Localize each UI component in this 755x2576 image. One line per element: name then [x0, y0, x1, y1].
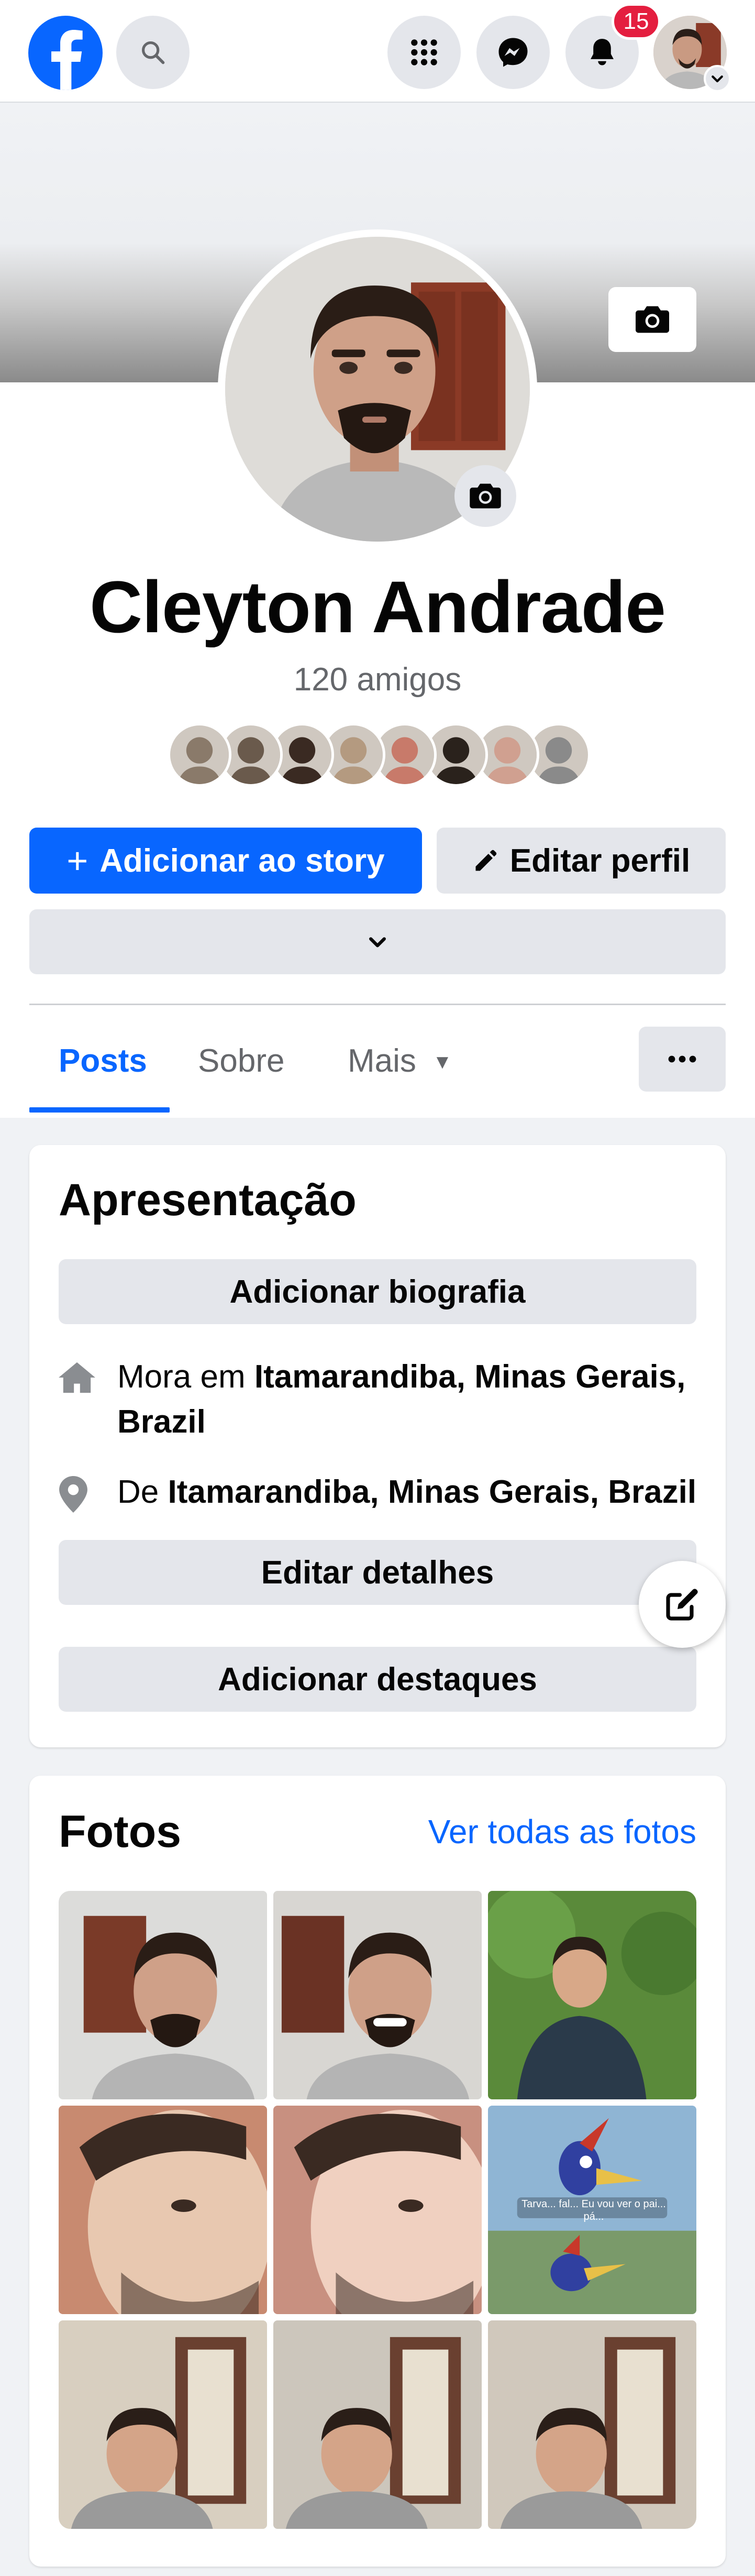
add-featured-button[interactable]: Adicionar destaques: [59, 1647, 696, 1712]
photo-thumbnail[interactable]: [273, 1891, 482, 2099]
edit-cover-button[interactable]: [608, 287, 696, 352]
photo-thumbnail[interactable]: [59, 2106, 267, 2314]
tab-more-label: Mais: [348, 1043, 416, 1079]
camera-icon: [636, 306, 669, 333]
photo-thumbnail[interactable]: [488, 1891, 696, 2099]
see-all-photos-link[interactable]: Ver todas as fotos: [428, 1812, 696, 1851]
plus-icon: +: [66, 840, 88, 881]
more-dots-icon: [668, 1055, 696, 1063]
divider: [29, 1004, 726, 1005]
edit-profile-button[interactable]: Editar perfil: [437, 828, 726, 894]
caret-down-icon: ▼: [432, 1051, 452, 1073]
tab-about[interactable]: Sobre: [198, 1042, 284, 1080]
tab-more[interactable]: Mais ▼: [348, 1042, 452, 1080]
friend-avatar[interactable]: [168, 723, 231, 787]
active-tab-indicator: [29, 1107, 170, 1113]
chevron-down-icon: [712, 75, 723, 83]
photos-title: Fotos: [59, 1807, 182, 1857]
photo-thumbnail[interactable]: [59, 2320, 267, 2529]
bell-icon: [591, 39, 614, 65]
photo-thumbnail[interactable]: Tarva... fal... Eu vou ver o pai... pá..…: [488, 2106, 696, 2314]
add-to-story-button[interactable]: + Adicionar ao story: [29, 828, 422, 894]
from-place[interactable]: Itamarandiba, Minas Gerais, Brazil: [168, 1474, 696, 1510]
menu-grid-icon: [411, 39, 437, 65]
friends-count[interactable]: 120 amigos: [0, 661, 755, 698]
messenger-button[interactable]: [476, 16, 550, 89]
tab-posts[interactable]: Posts: [59, 1042, 147, 1080]
photo-thumbnail[interactable]: [273, 2106, 482, 2314]
friend-avatars-row[interactable]: [168, 723, 591, 787]
camera-icon: [470, 483, 501, 509]
from-row: De Itamarandiba, Minas Gerais, Brazil: [59, 1470, 703, 1525]
more-options-expand-button[interactable]: [29, 909, 726, 974]
profile-name: Cleyton Andrade: [90, 566, 666, 648]
home-icon: [59, 1362, 95, 1393]
edit-details-button[interactable]: Editar detalhes: [59, 1540, 696, 1605]
lives-in-prefix: Mora em: [117, 1359, 254, 1395]
photo-caption: Tarva... fal... Eu vou ver o pai... pá..…: [521, 2198, 666, 2222]
photos-card: Fotos Ver todas as fotos Tarva... fal...…: [29, 1776, 726, 2567]
notifications-count-badge: 15: [612, 3, 661, 40]
location-pin-icon: [59, 1476, 87, 1513]
chevron-down-icon: [369, 937, 386, 948]
photo-thumbnail[interactable]: [273, 2320, 482, 2529]
search-icon: [141, 41, 165, 64]
add-bio-button[interactable]: Adicionar biografia: [59, 1259, 696, 1324]
photo-thumbnail[interactable]: [59, 1891, 267, 2099]
intro-title: Apresentação: [59, 1175, 357, 1225]
from-prefix: De: [117, 1474, 168, 1510]
edit-profile-label: Editar perfil: [509, 842, 691, 879]
photo-thumbnail[interactable]: [488, 2320, 696, 2529]
pencil-icon: [475, 850, 496, 871]
messenger-icon: [498, 38, 528, 67]
search-button[interactable]: [116, 16, 190, 89]
edit-profile-picture-button[interactable]: [454, 465, 516, 527]
floating-compose-button[interactable]: [639, 1561, 726, 1648]
add-to-story-label: Adicionar ao story: [99, 842, 385, 879]
lives-in-row: Mora em Itamarandiba, Minas Gerais, Braz…: [59, 1355, 703, 1445]
edit-icon: [666, 1589, 698, 1621]
menu-button[interactable]: [387, 16, 461, 89]
top-navigation-bar: 15: [0, 0, 755, 103]
facebook-logo[interactable]: [28, 16, 103, 90]
profile-options-button[interactable]: [639, 1027, 726, 1092]
photo-grid: Tarva... fal... Eu vou ver o pai... pá..…: [59, 1891, 696, 2529]
intro-card: Apresentação Adicionar biografia Mora em…: [29, 1145, 726, 1747]
account-menu-chevron[interactable]: [704, 65, 731, 92]
